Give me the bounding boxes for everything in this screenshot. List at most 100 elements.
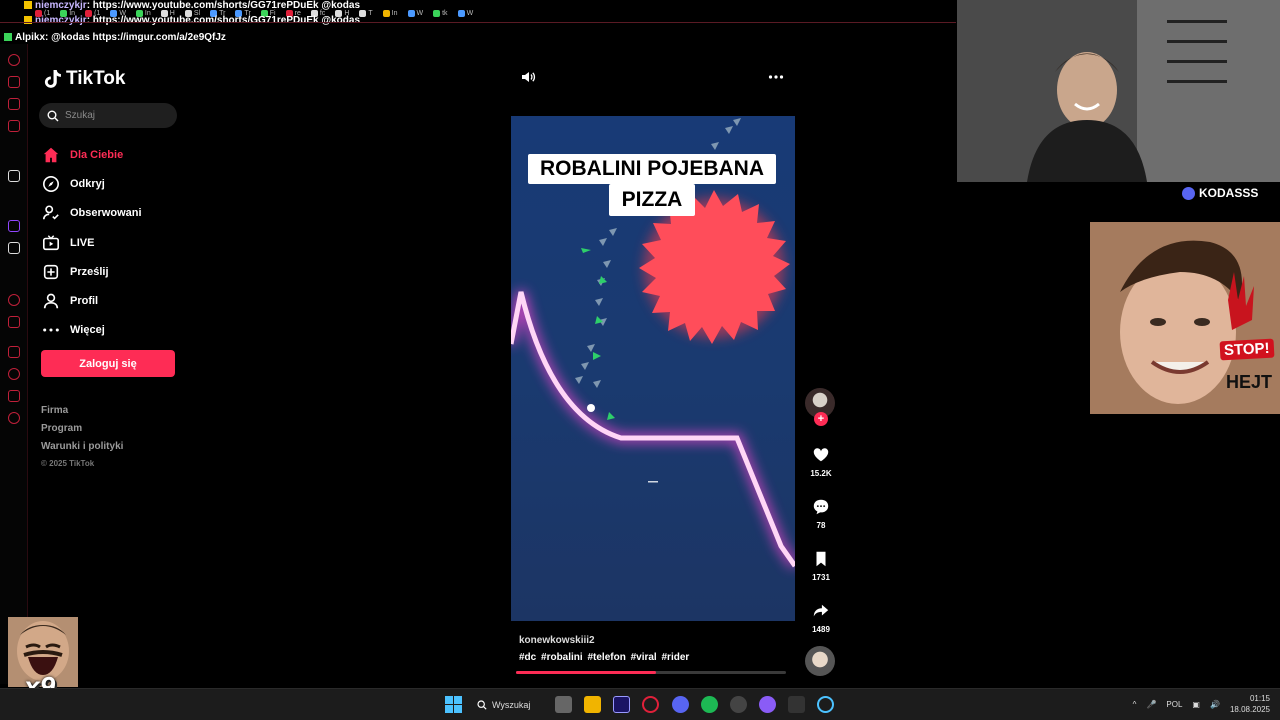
nav-item-live[interactable]: LIVE — [42, 228, 182, 257]
video-meta: konewkowskiii2 #dc #robalini #telefon #v… — [519, 635, 689, 663]
like-button[interactable]: 15.2K — [805, 446, 837, 478]
mail-icon[interactable] — [8, 120, 20, 132]
login-button[interactable]: Zaloguj się — [41, 350, 175, 377]
play-icon[interactable] — [8, 294, 20, 306]
chat-badge-icon — [24, 16, 32, 25]
comment-button[interactable]: 78 — [805, 498, 837, 530]
opera-gx-icon[interactable] — [642, 696, 659, 713]
chevron-up-icon[interactable]: ^ — [1133, 700, 1137, 709]
share-count: 1489 — [812, 625, 830, 634]
taskbar-search[interactable]: Wyszukaj — [477, 695, 547, 715]
face-overlay-image: STOP! HEJT — [1090, 222, 1280, 414]
spotify-icon[interactable] — [701, 696, 718, 713]
volume-button[interactable] — [520, 69, 536, 90]
tab-favicon-icon — [382, 10, 390, 17]
search-box[interactable] — [39, 103, 177, 128]
share-button[interactable]: 1489 — [805, 602, 837, 634]
save-button[interactable]: 1731 — [805, 550, 837, 582]
more-options-button[interactable] — [768, 69, 784, 90]
browser-tab[interactable]: In — [380, 7, 401, 20]
discord-icon[interactable] — [672, 696, 689, 713]
task-view-icon[interactable] — [555, 696, 572, 713]
browser-tab[interactable]: W — [405, 7, 427, 20]
live-icon — [42, 234, 60, 250]
bookmark-icon[interactable] — [8, 346, 20, 358]
video-progress-bar[interactable] — [516, 671, 786, 674]
cube-icon[interactable] — [8, 390, 20, 402]
footer-link-program[interactable]: Program — [41, 423, 123, 441]
microphone-icon[interactable]: 🎤 — [1146, 700, 1156, 709]
obs-icon[interactable] — [730, 696, 747, 713]
more-icon — [43, 328, 59, 332]
speaker-icon[interactable]: 🔊 — [1210, 700, 1220, 709]
video-author[interactable]: konewkowskiii2 — [519, 635, 689, 646]
nav-label: Prześlij — [70, 265, 109, 278]
video-caption-line2: PIZZA — [609, 184, 695, 216]
creator-avatar-button[interactable]: + — [805, 388, 837, 426]
volume-icon — [522, 72, 536, 82]
nav-item-profile[interactable]: Profil — [42, 286, 182, 315]
windows-icon — [445, 696, 462, 713]
start-button[interactable] — [445, 696, 462, 713]
notes-icon[interactable] — [8, 316, 20, 328]
app-icon[interactable] — [8, 170, 20, 182]
bookmark-icon — [816, 551, 826, 567]
copyright: © 2025 TikTok — [41, 459, 95, 468]
footer-links: Firma Program Warunki i polityki © 2025 … — [41, 405, 123, 477]
file-explorer-icon[interactable] — [584, 696, 601, 713]
clock-icon[interactable] — [8, 368, 20, 380]
tab-favicon-icon — [433, 10, 441, 17]
capcut-icon[interactable] — [788, 696, 805, 713]
nav-label: Profil — [70, 295, 99, 308]
more-horizontal-icon — [768, 75, 784, 79]
video-caption-line1: ROBALINI POJEBANA — [528, 154, 776, 184]
chat-badge-icon — [4, 33, 12, 42]
twitch-icon[interactable] — [8, 220, 20, 232]
clock[interactable]: 01:15 18.08.2025 — [1230, 693, 1270, 715]
social-icon[interactable] — [8, 98, 20, 110]
chat-username: niemczykjr — [35, 15, 87, 26]
app-icon[interactable] — [759, 696, 776, 713]
tiktok-logo[interactable]: TikTok — [44, 68, 125, 90]
profile-icon — [43, 293, 59, 309]
nav-label: Więcej — [70, 324, 105, 337]
like-count: 15.2K — [810, 469, 832, 478]
webcam-image — [957, 0, 1280, 182]
settings-icon[interactable] — [8, 412, 20, 424]
upload-icon — [43, 264, 59, 279]
nav-item-upload[interactable]: Prześlij — [42, 257, 182, 286]
system-tray: ^ 🎤 POL ▣ 🔊 01:15 18.08.2025 — [1133, 693, 1270, 715]
nav-item-for-you[interactable]: Dla Ciebie — [42, 140, 182, 169]
taskbar-search-label: Wyszukaj — [492, 700, 531, 710]
hejt-label: HEJT — [1225, 372, 1272, 392]
history-icon[interactable] — [8, 54, 20, 66]
save-count: 1731 — [812, 573, 830, 582]
nav-item-explore[interactable]: Odkryj — [42, 169, 182, 198]
x-icon[interactable] — [8, 242, 20, 254]
webcam-streamer — [957, 0, 1280, 182]
nav-item-following[interactable]: Obserwowani — [42, 199, 182, 228]
bag-icon[interactable] — [8, 76, 20, 88]
chat-message-3: Alpikx: @kodas https://imgur.com/a/2e9Qf… — [4, 32, 226, 43]
sidebar-nav: Dla Ciebie Odkryj Obserwowani LIVE Prześ… — [42, 140, 182, 345]
browser-tab[interactable]: tk — [430, 7, 450, 20]
follow-plus-icon[interactable]: + — [814, 412, 828, 426]
tab-label: T — [368, 10, 373, 17]
search-input[interactable] — [65, 110, 165, 121]
footer-link-company[interactable]: Firma — [41, 405, 123, 423]
chat-text: : https://www.youtube.com/shorts/GG71reP… — [86, 15, 361, 26]
video-hashtags[interactable]: #dc #robalini #telefon #viral #rider — [519, 652, 689, 663]
browser-tab[interactable]: W — [455, 7, 477, 20]
edge-icon[interactable] — [817, 696, 834, 713]
tab-favicon-icon — [457, 10, 465, 17]
language-indicator[interactable]: POL — [1166, 700, 1182, 709]
video-player[interactable]: ROBALINI POJEBANA PIZZA — [511, 116, 795, 621]
nav-item-more[interactable]: Więcej — [42, 316, 182, 345]
network-icon[interactable]: ▣ — [1192, 700, 1200, 709]
search-icon — [47, 110, 59, 121]
video-progress-fill — [516, 671, 657, 674]
sound-avatar-button[interactable] — [805, 646, 837, 676]
premiere-icon[interactable] — [613, 696, 630, 713]
tab-label: W — [416, 10, 424, 17]
footer-link-terms[interactable]: Warunki i polityki — [41, 441, 123, 459]
